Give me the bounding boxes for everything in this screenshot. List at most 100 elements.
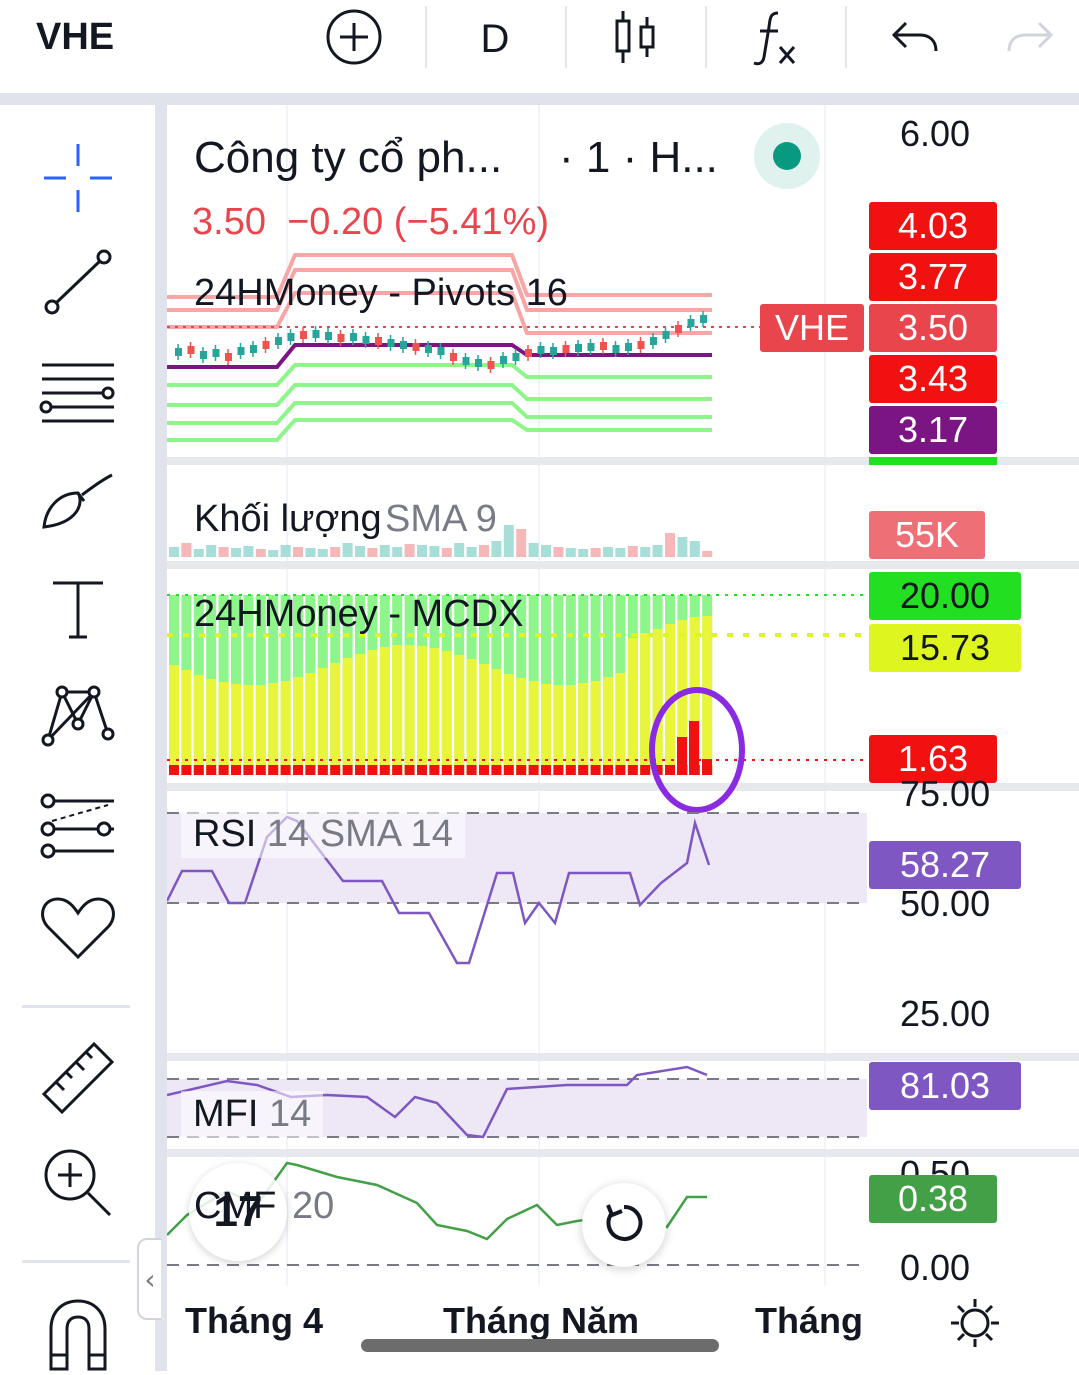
text-tool[interactable] [30,570,126,650]
volume-tag: 55K [869,511,985,559]
volume-bar [528,543,539,557]
volume-bar [541,545,551,557]
candle-body [300,331,307,339]
mcdx-bar-yellow [317,668,328,775]
mcdx-bar-red [379,765,390,775]
volume-bar [317,549,328,557]
mcdx-bar-red [206,765,217,775]
mcdx-bar-red [268,765,279,775]
candle-body [700,315,707,323]
symbol-title[interactable]: Công ty cổ ph... [194,133,502,183]
home-indicator [361,1339,719,1352]
volume-bar [268,550,279,557]
candle-body [250,345,257,353]
candle-body [200,351,207,359]
mcdx-bar-red [231,765,241,775]
mcdx-bar-red [491,765,502,775]
volume-bar [169,547,179,557]
time-axis-label: Tháng Năm [443,1300,640,1341]
settings-button[interactable] [945,1295,1005,1355]
volume-bar [206,545,217,557]
mcdx-bar-yellow [615,673,626,775]
symbol-name[interactable]: VHE [36,16,114,59]
mcdx-bar-yellow [243,685,254,775]
top-divider [0,93,1079,105]
mcdx-legend[interactable]: 24HMoney - MCDX [194,593,523,636]
last-price-tag: 3.50 [869,304,997,352]
candle-body [675,325,682,333]
volume-bar [454,543,465,557]
candle-body [550,347,557,355]
mcdx-bar-yellow [404,645,415,775]
candle-body [687,319,695,327]
zoom-in-icon [40,1145,116,1225]
mcdx-bar-red [615,765,626,775]
redo-button[interactable] [995,0,1065,78]
pivot-tag: 3.77 [869,253,997,301]
candle-body [412,343,420,351]
magnet-tool[interactable] [30,1295,126,1375]
undo-icon [890,17,940,61]
volume-bar [491,541,502,557]
mcdx-bar-yellow [218,682,229,775]
candle-body [462,357,470,365]
mcdx-bar-yellow [330,663,341,775]
mcdx-bar-red [305,765,316,775]
mcdx-bar-red [590,765,601,775]
rsi-params: 14 SMA 14 [266,813,453,855]
favorites-tool[interactable] [30,890,126,970]
mcdx-bar-yellow [541,684,551,775]
ruler-tool[interactable] [30,1040,126,1120]
chart-area[interactable]: Công ty cổ ph... · 1 · H... 3.50 −0.20 (… [167,105,1079,1371]
pivot-tag-clipped [869,457,997,465]
crosshair-tool[interactable] [30,140,126,220]
volume-bar [243,546,254,557]
pivots-legend[interactable]: 24HMoney - Pivots 16 [194,272,568,315]
candle-body [450,353,457,361]
brush-tool[interactable] [30,463,126,543]
rsi-scale-label: 50.00 [900,883,991,924]
separator [565,6,567,68]
magnet-icon [43,1295,113,1375]
mcdx-bar-yellow [516,678,527,775]
pattern-tool[interactable] [30,678,126,758]
reset-chart-button[interactable] [582,1183,666,1267]
collapse-toolbar-button[interactable]: ‹ [137,1238,161,1320]
chevron-left-icon: ‹ [144,1262,156,1296]
volume-bar [181,543,192,557]
volume-bar [417,545,427,557]
undo-button[interactable] [880,0,950,78]
mcdx-tag: 20.00 [869,572,1021,620]
candle-body [325,332,332,340]
mcdx-bar-yellow [367,650,378,775]
candle-body [425,345,432,353]
mcdx-bar-red [640,765,651,775]
time-axis-label: Tháng [755,1300,863,1341]
volume-bar [503,525,514,557]
mfi-tag: 81.03 [869,1062,1021,1110]
mcdx-bar-red [392,765,403,775]
add-symbol-button[interactable] [318,0,390,78]
mcdx-bar-red [417,765,427,775]
chart-type-button[interactable] [600,0,670,78]
candle-body [187,346,195,354]
candle-body [587,343,595,351]
mcdx-bar-red [516,765,527,775]
rsi-legend-box[interactable]: RSI 14 SMA 14 [181,811,465,858]
mcdx-bar-yellow [417,646,427,775]
toolbar-separator [22,1260,130,1263]
candle-body [350,333,357,341]
indicators-button[interactable] [740,0,810,78]
mcdx-bar-red [255,765,266,775]
fib-tool[interactable] [30,355,126,435]
cmf-legend[interactable]: CMF [194,1185,276,1228]
mfi-legend-box[interactable]: MFI 14 [181,1091,324,1138]
trend-line-tool[interactable] [30,245,126,325]
interval-button[interactable]: D [460,0,530,78]
volume-bar [342,543,353,557]
candle-body [262,341,270,349]
volume-legend[interactable]: Khối lượng [194,498,382,541]
volume-bar [255,549,266,557]
forecast-tool[interactable] [30,785,126,865]
zoom-in-tool[interactable] [30,1145,126,1225]
